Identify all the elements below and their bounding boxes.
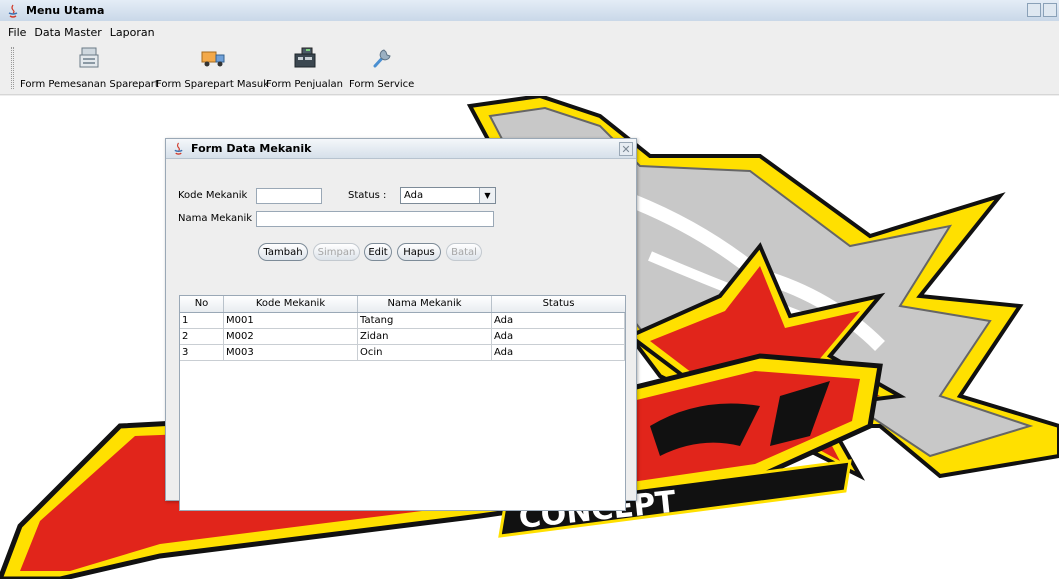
table-cell[interactable]: Tatang: [358, 313, 492, 328]
wrench-icon: [373, 49, 391, 68]
table-cell[interactable]: M002: [224, 329, 358, 344]
toolbar-label: Form Sparepart Masuk: [156, 79, 270, 90]
table-cell[interactable]: Ada: [492, 345, 625, 360]
kode-mekanik-field[interactable]: [256, 188, 322, 204]
hapus-button[interactable]: Hapus: [397, 243, 441, 261]
table-cell[interactable]: Ocin: [358, 345, 492, 360]
minimize-button[interactable]: [1027, 3, 1041, 17]
table-cell[interactable]: 1: [180, 313, 224, 328]
java-icon: [8, 4, 18, 18]
table-cell[interactable]: 2: [180, 329, 224, 344]
maximize-button[interactable]: [1043, 3, 1057, 17]
close-icon[interactable]: ✕: [619, 142, 633, 156]
table-row[interactable]: 1 M001 Tatang Ada: [180, 313, 625, 329]
form-service-button[interactable]: Form Service: [349, 45, 414, 93]
table-cell[interactable]: M003: [224, 345, 358, 360]
table-header: No Kode Mekanik Nama Mekanik Status: [180, 296, 625, 313]
window-title: Menu Utama: [26, 4, 105, 17]
toolbar: Form Pemesanan Sparepart Form Sparepart …: [0, 43, 1059, 95]
nama-mekanik-label: Nama Mekanik: [178, 213, 253, 224]
nama-mekanik-field[interactable]: [256, 211, 494, 227]
cash-register-icon: [294, 47, 316, 68]
edit-button[interactable]: Edit: [364, 243, 392, 261]
table-row[interactable]: 3 M003 Ocin Ada: [180, 345, 625, 361]
form-pemesanan-sparepart-button[interactable]: Form Pemesanan Sparepart: [20, 45, 159, 93]
main-titlebar: Menu Utama: [0, 0, 1059, 21]
toolbar-grip[interactable]: [11, 47, 14, 89]
menu-bar: File Data Master Laporan: [0, 21, 1059, 43]
toolbar-label: Form Service: [349, 79, 415, 90]
mekanik-table: No Kode Mekanik Nama Mekanik Status 1 M0…: [179, 295, 626, 511]
status-label: Status :: [348, 190, 387, 201]
cash-register-icon: [79, 47, 99, 68]
menu-laporan[interactable]: Laporan: [110, 26, 155, 39]
menu-file[interactable]: File: [8, 26, 26, 39]
form-titlebar[interactable]: Form Data Mekanik ✕: [166, 139, 636, 159]
table-cell[interactable]: Zidan: [358, 329, 492, 344]
toolbar-label: Form Penjualan: [266, 79, 344, 90]
table-row[interactable]: 2 M002 Zidan Ada: [180, 329, 625, 345]
form-sparepart-masuk-button[interactable]: Form Sparepart Masuk: [156, 45, 269, 93]
status-select-value: Ada: [404, 190, 424, 201]
table-cell[interactable]: 3: [180, 345, 224, 360]
column-header-status[interactable]: Status: [492, 296, 625, 312]
tambah-button[interactable]: Tambah: [258, 243, 308, 261]
kode-mekanik-label: Kode Mekanik: [178, 190, 248, 201]
column-header-kode[interactable]: Kode Mekanik: [224, 296, 358, 312]
java-icon: [174, 142, 183, 155]
chevron-down-icon[interactable]: ▼: [479, 188, 495, 203]
menu-data-master[interactable]: Data Master: [34, 26, 101, 39]
table-cell[interactable]: Ada: [492, 313, 625, 328]
status-select[interactable]: Ada ▼: [400, 187, 496, 204]
table-cell[interactable]: M001: [224, 313, 358, 328]
form-title: Form Data Mekanik: [191, 142, 312, 155]
batal-button[interactable]: Batal: [446, 243, 482, 261]
form-data-mekanik-window: Form Data Mekanik ✕ Kode Mekanik Status …: [165, 138, 637, 511]
column-header-no[interactable]: No: [180, 296, 224, 312]
desktop-pane: CONCEPT Form Data Mekanik ✕ Kode Mekanik…: [0, 96, 1059, 579]
simpan-button[interactable]: Simpan: [313, 243, 360, 261]
form-penjualan-button[interactable]: Form Penjualan: [266, 45, 343, 93]
column-header-nama[interactable]: Nama Mekanik: [358, 296, 492, 312]
table-cell[interactable]: Ada: [492, 329, 625, 344]
truck-icon: [201, 51, 225, 67]
toolbar-label: Form Pemesanan Sparepart: [20, 79, 159, 90]
